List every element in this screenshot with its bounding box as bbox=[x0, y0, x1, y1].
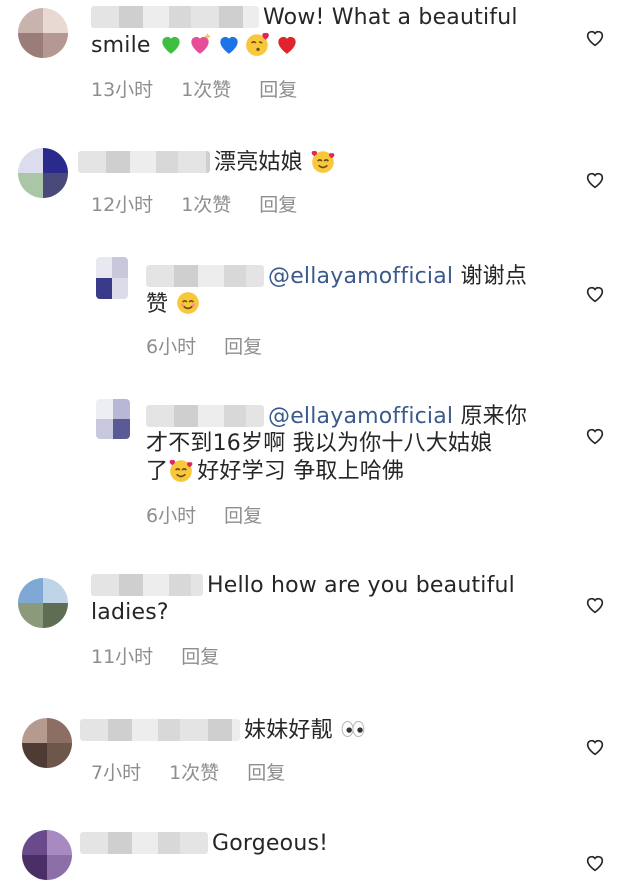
blue-heart-icon bbox=[220, 36, 238, 54]
avatar[interactable] bbox=[18, 578, 68, 628]
timestamp: 11小时 bbox=[91, 646, 154, 668]
reply-button[interactable]: 回复 bbox=[224, 336, 262, 358]
timestamp: 6小时 bbox=[146, 505, 197, 527]
comment-item: Hello how are you beautiful ladies? 11小时… bbox=[0, 568, 640, 678]
comment-meta: 12小时 1次赞 回复 bbox=[91, 190, 325, 217]
red-heart-icon bbox=[278, 36, 296, 54]
kissing-face-icon bbox=[245, 32, 269, 56]
reply-item: @ellayamofficial 谢谢点 赞 6小时 回复 bbox=[0, 255, 640, 365]
comment-text: Gorgeous! bbox=[80, 830, 560, 857]
comment-item: Wow! What a beautiful smile 13小时 1次赞 回复 bbox=[0, 0, 640, 110]
comment-meta: 6小时 回复 bbox=[146, 332, 290, 359]
comment-text: 漂亮姑娘 bbox=[78, 148, 558, 176]
comment-text: Wow! What a beautiful smile bbox=[91, 5, 518, 58]
avatar[interactable] bbox=[96, 399, 130, 439]
smiling-face-with-hearts-icon bbox=[169, 459, 193, 482]
likes-count[interactable]: 1次赞 bbox=[181, 79, 231, 101]
heart-outline-icon[interactable] bbox=[584, 425, 606, 447]
username[interactable] bbox=[78, 151, 210, 173]
reply-button[interactable]: 回复 bbox=[259, 79, 297, 101]
heart-outline-icon[interactable] bbox=[584, 736, 606, 758]
comment-meta: 6小时 回复 bbox=[146, 501, 290, 528]
comment-text: 妹妹好靓 bbox=[80, 716, 560, 744]
heart-outline-icon[interactable] bbox=[584, 283, 606, 305]
comment-item: 漂亮姑娘 12小时 1次赞 回复 bbox=[0, 140, 640, 220]
comment-item: Gorgeous! bbox=[0, 822, 640, 880]
timestamp: 13小时 bbox=[91, 79, 154, 101]
timestamp: 6小时 bbox=[146, 336, 197, 358]
timestamp: 7小时 bbox=[91, 762, 142, 784]
avatar[interactable] bbox=[18, 8, 68, 58]
mention-link[interactable]: @ellayamofficial bbox=[268, 404, 453, 429]
likes-count[interactable]: 1次赞 bbox=[181, 194, 231, 216]
username[interactable] bbox=[80, 832, 208, 854]
reply-button[interactable]: 回复 bbox=[247, 762, 285, 784]
comment-item: 妹妹好靓 7小时 1次赞 回复 bbox=[0, 708, 640, 798]
reply-item: @ellayamofficial 原来你 才不到16岁啊 我以为你十八大姑娘 了… bbox=[0, 397, 640, 532]
username[interactable] bbox=[146, 405, 264, 427]
comment-text: @ellayamofficial 原来你 才不到16岁啊 我以为你十八大姑娘 了… bbox=[146, 404, 528, 484]
green-heart-icon bbox=[162, 36, 180, 54]
avatar[interactable] bbox=[22, 718, 72, 768]
avatar[interactable] bbox=[22, 830, 72, 880]
heart-outline-icon[interactable] bbox=[584, 594, 606, 616]
reply-button[interactable]: 回复 bbox=[224, 505, 262, 527]
timestamp: 12小时 bbox=[91, 194, 154, 216]
comment-meta: 11小时 回复 bbox=[91, 642, 247, 669]
comment-text: Hello how are you beautiful ladies? bbox=[91, 573, 515, 625]
avatar[interactable] bbox=[18, 148, 68, 198]
eyes-icon bbox=[341, 720, 365, 738]
avatar[interactable] bbox=[96, 257, 128, 299]
reply-button[interactable]: 回复 bbox=[181, 646, 219, 668]
username[interactable] bbox=[91, 574, 203, 596]
sparkling-heart-icon bbox=[191, 33, 211, 54]
smiling-face-icon bbox=[177, 292, 200, 314]
username[interactable] bbox=[80, 719, 240, 741]
mention-link[interactable]: @ellayamofficial bbox=[268, 264, 453, 289]
username[interactable] bbox=[146, 265, 264, 287]
likes-count[interactable]: 1次赞 bbox=[169, 762, 219, 784]
heart-outline-icon[interactable] bbox=[584, 852, 606, 874]
username[interactable] bbox=[91, 6, 259, 28]
comment-text: @ellayamofficial 谢谢点 赞 bbox=[146, 264, 528, 317]
comment-meta: 7小时 1次赞 回复 bbox=[91, 758, 313, 785]
heart-outline-icon[interactable] bbox=[584, 169, 606, 191]
smiling-face-with-hearts-icon bbox=[311, 150, 335, 173]
reply-button[interactable]: 回复 bbox=[259, 194, 297, 216]
comment-meta: 13小时 1次赞 回复 bbox=[91, 75, 325, 102]
heart-outline-icon[interactable] bbox=[584, 27, 606, 49]
